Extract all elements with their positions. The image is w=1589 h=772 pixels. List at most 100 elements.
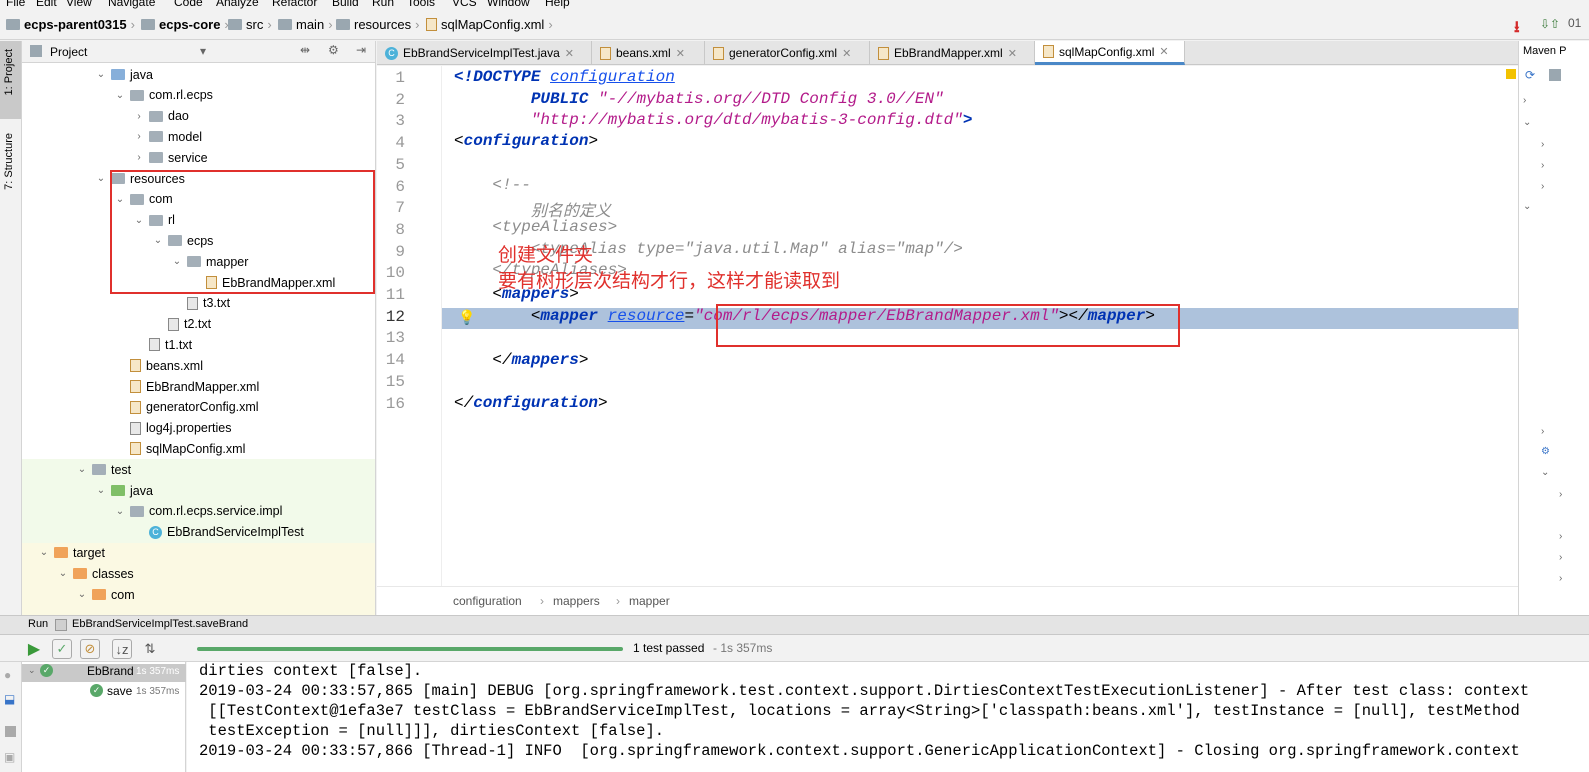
- tree-item[interactable]: › service: [134, 147, 207, 168]
- chevron-right-icon[interactable]: ›: [1523, 95, 1526, 106]
- tree-item[interactable]: t2.txt: [153, 314, 211, 335]
- close-icon[interactable]: ✕: [1159, 45, 1168, 58]
- menu-refactor[interactable]: Refactor: [272, 0, 317, 9]
- code-editor[interactable]: <!DOCTYPE configuration PUBLIC "-//mybat…: [441, 66, 1518, 586]
- menu-build[interactable]: Build: [332, 0, 359, 9]
- run-config-name[interactable]: EbBrandServiceImplTest.saveBrand: [72, 618, 248, 630]
- tree-item[interactable]: C EbBrandServiceImplTest: [134, 522, 304, 543]
- plugin-icon[interactable]: ⚙: [1541, 446, 1550, 457]
- chevron-right-icon[interactable]: ›: [134, 131, 144, 142]
- tree-item[interactable]: beans.xml: [115, 355, 203, 376]
- crumb-project[interactable]: ecps-parent0315 ›: [6, 17, 135, 32]
- code-crumb-configuration[interactable]: configuration: [453, 594, 522, 608]
- tab-generatorconfig-xml[interactable]: generatorConfig.xml ✕: [705, 41, 870, 65]
- tree-item[interactable]: ⌄ java: [96, 64, 153, 85]
- close-icon[interactable]: ✕: [842, 47, 851, 60]
- menu-analyze[interactable]: Analyze: [216, 0, 259, 9]
- tab-sqlmapconfig-xml[interactable]: sqlMapConfig.xml ✕: [1035, 41, 1185, 65]
- show-ignored-icon[interactable]: ⊘: [80, 639, 100, 659]
- menu-run[interactable]: Run: [372, 0, 394, 9]
- chevron-right-icon[interactable]: ›: [1541, 426, 1544, 437]
- chevron-down-icon[interactable]: ⌄: [1523, 201, 1531, 212]
- chevron-right-icon[interactable]: ›: [134, 152, 144, 163]
- tree-item[interactable]: t1.txt: [134, 334, 192, 355]
- chevron-down-icon[interactable]: ⌄: [28, 665, 36, 676]
- chevron-down-icon[interactable]: ⌄: [96, 69, 106, 80]
- chevron-down-icon[interactable]: ⌄: [39, 547, 49, 558]
- show-passed-icon[interactable]: ✓: [52, 639, 72, 659]
- maven-folder-icon[interactable]: [1549, 69, 1561, 81]
- test-method-label[interactable]: save: [107, 684, 132, 698]
- chevron-right-icon[interactable]: ›: [1559, 552, 1562, 563]
- code-crumb-mapper[interactable]: mapper: [629, 594, 670, 608]
- chevron-right-icon[interactable]: ›: [1559, 531, 1562, 542]
- chevron-right-icon[interactable]: ›: [1541, 139, 1544, 150]
- scroll-from-source-icon[interactable]: ⇹: [300, 43, 310, 57]
- chevron-down-icon[interactable]: ⌄: [96, 485, 106, 496]
- tab-structure[interactable]: 7: Structure: [3, 133, 15, 190]
- test-class-label[interactable]: EbBrand: [87, 664, 134, 678]
- console-output[interactable]: dirties context [false]. 2019-03-24 00:3…: [187, 662, 1589, 772]
- tree-item[interactable]: ⌄ java: [96, 480, 153, 501]
- rerun-icon[interactable]: ▶: [24, 639, 44, 659]
- chevron-down-icon[interactable]: ⌄: [77, 464, 87, 475]
- tree-item[interactable]: ⌄ com.rl.ecps.service.impl: [115, 501, 283, 522]
- menu-tools[interactable]: Tools: [407, 0, 435, 9]
- chevron-down-icon[interactable]: ▾: [200, 44, 206, 58]
- chevron-right-icon[interactable]: ›: [1541, 181, 1544, 192]
- chevron-down-icon[interactable]: ⌄: [115, 90, 125, 101]
- export-icon[interactable]: ⬓: [4, 692, 15, 706]
- chevron-down-icon[interactable]: ⌄: [58, 568, 68, 579]
- lightbulb-icon[interactable]: 💡: [458, 309, 475, 326]
- menu-file[interactable]: File: [6, 0, 25, 9]
- stop-icon[interactable]: ●: [4, 668, 11, 682]
- sort-icon[interactable]: ⇩⇧: [1540, 17, 1560, 31]
- crumb-module[interactable]: ecps-core ›: [141, 17, 229, 32]
- tree-item[interactable]: ⌄ target: [39, 542, 105, 563]
- sort-alpha-icon[interactable]: ↓z: [112, 639, 132, 659]
- crumb-resources[interactable]: resources ›: [336, 17, 419, 32]
- tree-item[interactable]: log4j.properties: [115, 418, 231, 439]
- code-crumb-mappers[interactable]: mappers: [553, 594, 600, 608]
- tree-item[interactable]: › dao: [134, 106, 189, 127]
- menu-navigate[interactable]: Navigate: [108, 0, 155, 9]
- menu-view[interactable]: View: [66, 0, 92, 9]
- tree-item[interactable]: ⌄ com.rl.ecps: [115, 85, 213, 106]
- tree-item[interactable]: ⌄ classes: [58, 563, 134, 584]
- chevron-down-icon[interactable]: ⌄: [1523, 117, 1531, 128]
- tab-project[interactable]: 1: Project: [3, 49, 15, 95]
- menu-window[interactable]: Window: [487, 0, 530, 9]
- chevron-down-icon[interactable]: ⌄: [77, 589, 87, 600]
- tree-item[interactable]: sqlMapConfig.xml: [115, 438, 245, 459]
- inspection-status-icon[interactable]: [1506, 69, 1516, 79]
- tree-item[interactable]: t3.txt: [172, 293, 230, 314]
- layout-icon[interactable]: ▣: [4, 750, 15, 764]
- chevron-down-icon[interactable]: ⌄: [96, 173, 106, 184]
- tree-item[interactable]: ⌄ com: [77, 584, 135, 605]
- chevron-down-icon[interactable]: ⌄: [115, 506, 125, 517]
- tree-item[interactable]: EbBrandMapper.xml: [115, 376, 259, 397]
- close-icon[interactable]: ✕: [1008, 47, 1017, 60]
- menu-code[interactable]: Code: [174, 0, 203, 9]
- tab-ebbrandserviceimpltest[interactable]: C EbBrandServiceImplTest.java ✕: [377, 41, 592, 65]
- download-arrow-icon[interactable]: ⭳: [1514, 16, 1520, 43]
- chevron-right-icon[interactable]: ›: [1541, 160, 1544, 171]
- tab-ebbrandmapper-xml[interactable]: EbBrandMapper.xml ✕: [870, 41, 1035, 65]
- binary-icon[interactable]: 01: [1568, 16, 1581, 30]
- menu-help[interactable]: Help: [545, 0, 570, 9]
- close-icon[interactable]: ✕: [676, 47, 685, 60]
- tree-item[interactable]: ⌄ test: [77, 459, 131, 480]
- sort-duration-icon[interactable]: ⇅: [140, 639, 160, 659]
- chevron-right-icon[interactable]: ›: [1559, 489, 1562, 500]
- crumb-src[interactable]: src ›: [228, 17, 272, 32]
- chevron-right-icon[interactable]: ›: [134, 111, 144, 122]
- tree-item[interactable]: › model: [134, 126, 202, 147]
- menu-vcs[interactable]: VCS: [452, 0, 477, 9]
- chevron-down-icon[interactable]: ⌄: [1541, 467, 1549, 478]
- chevron-right-icon[interactable]: ›: [1559, 573, 1562, 584]
- stop-square-icon[interactable]: [5, 726, 16, 737]
- tree-item[interactable]: generatorConfig.xml: [115, 397, 259, 418]
- crumb-file[interactable]: sqlMapConfig.xml ›: [426, 17, 553, 32]
- tab-beans-xml[interactable]: beans.xml ✕: [592, 41, 705, 65]
- close-icon[interactable]: ✕: [565, 47, 574, 60]
